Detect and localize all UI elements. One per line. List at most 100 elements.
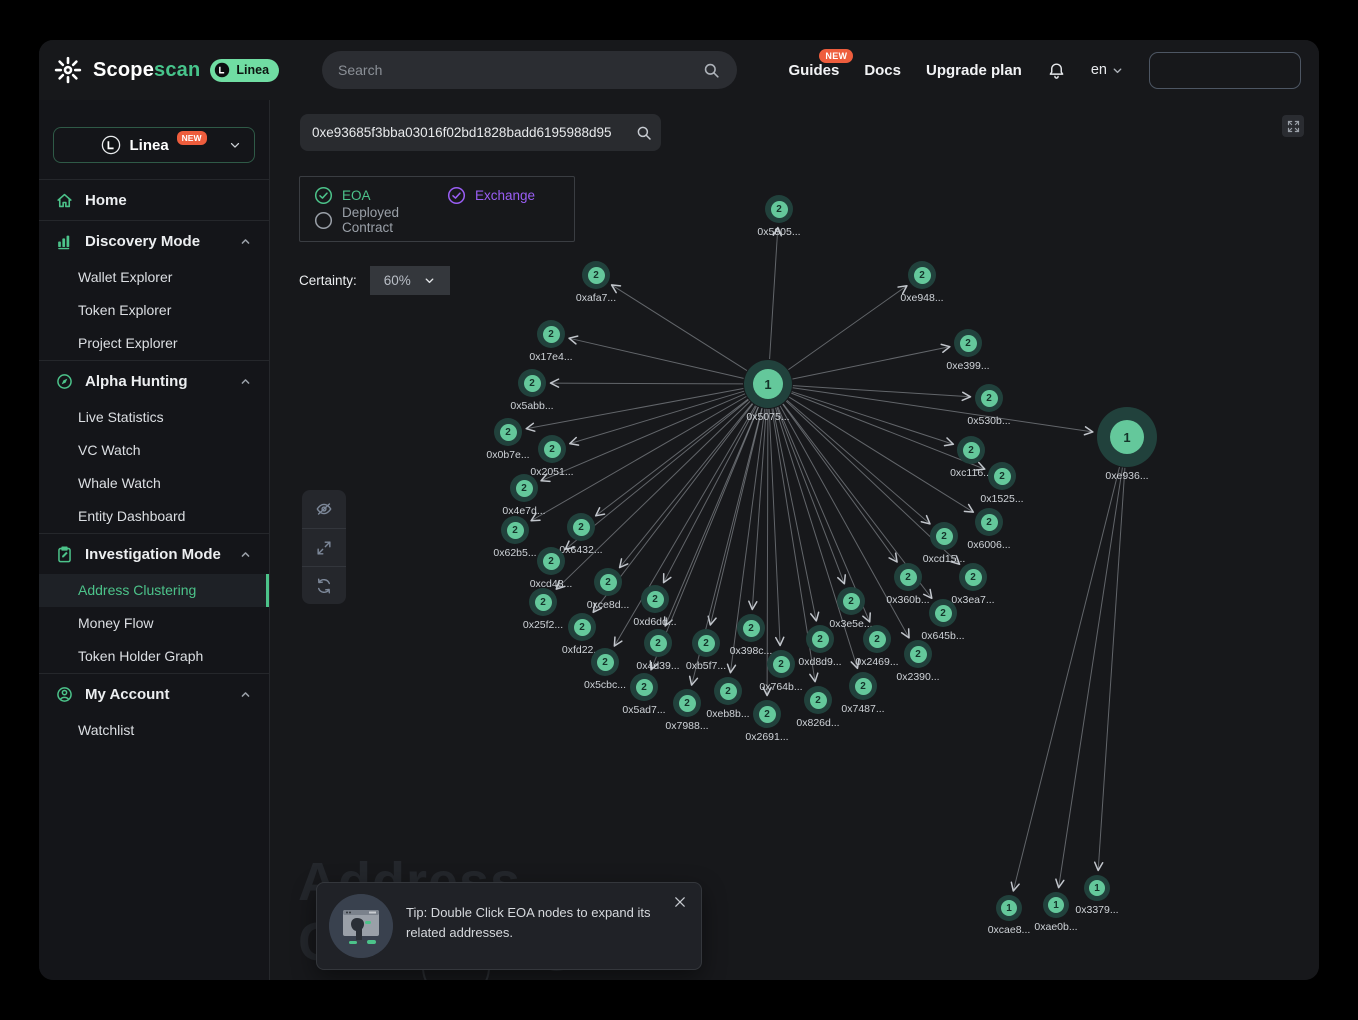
refresh-button[interactable] xyxy=(302,566,346,604)
node-circle[interactable]: 2 xyxy=(692,629,720,657)
node-count-badge: 2 xyxy=(914,267,931,284)
node-circle[interactable]: 2 xyxy=(975,508,1003,536)
node-circle[interactable]: 2 xyxy=(537,320,565,348)
node-circle[interactable]: 2 xyxy=(753,700,781,728)
node-count-badge: 1 xyxy=(753,369,783,399)
global-search-input[interactable] xyxy=(338,62,702,78)
sidebar-item-token-explorer[interactable]: Token Explorer xyxy=(39,294,269,327)
node-circle[interactable]: 1 xyxy=(744,360,792,408)
node-circle[interactable]: 1 xyxy=(996,895,1022,921)
node-address-label: 0xcd48... xyxy=(530,578,573,590)
wallet-connect-button[interactable] xyxy=(1149,52,1301,89)
node-address-label: 0x2390... xyxy=(896,671,939,683)
node-circle[interactable]: 2 xyxy=(538,435,566,463)
node-circle[interactable]: 1 xyxy=(1097,407,1157,467)
node-circle[interactable]: 2 xyxy=(929,599,957,627)
node-circle[interactable]: 2 xyxy=(765,195,793,223)
sidebar-item-token-holder-graph[interactable]: Token Holder Graph xyxy=(39,640,269,673)
certainty-select[interactable]: 60% xyxy=(370,266,450,295)
sidebar-section-discovery-mode[interactable]: Discovery Mode xyxy=(39,221,269,261)
node-circle[interactable]: 1 xyxy=(1084,875,1110,901)
node-circle[interactable]: 2 xyxy=(849,672,877,700)
legend-eoa[interactable]: EOA xyxy=(314,186,447,205)
node-address-label: 0x4e7d... xyxy=(502,505,545,517)
sidebar-section-my-account[interactable]: My Account xyxy=(39,674,269,714)
sidebar-item-address-clustering[interactable]: Address Clustering xyxy=(39,574,269,607)
sidebar-item-entity-dashboard[interactable]: Entity Dashboard xyxy=(39,500,269,533)
node-circle[interactable]: 2 xyxy=(510,474,538,502)
node-address-label: 0xcd15... xyxy=(923,553,966,565)
sidebar-item-wallet-explorer[interactable]: Wallet Explorer xyxy=(39,261,269,294)
node-circle[interactable]: 2 xyxy=(568,613,596,641)
nav-upgrade-plan[interactable]: Upgrade plan xyxy=(926,62,1022,79)
node-circle[interactable]: 2 xyxy=(863,625,891,653)
node-circle[interactable]: 2 xyxy=(494,418,522,446)
node-circle[interactable]: 2 xyxy=(594,568,622,596)
node-circle[interactable]: 2 xyxy=(673,689,701,717)
node-circle[interactable]: 2 xyxy=(518,369,546,397)
node-circle[interactable]: 2 xyxy=(641,585,669,613)
locale-selector[interactable]: en xyxy=(1091,62,1124,78)
node-circle[interactable]: 2 xyxy=(930,522,958,550)
notification-bell-icon[interactable] xyxy=(1047,61,1066,80)
address-input[interactable] xyxy=(312,125,641,140)
search-icon[interactable] xyxy=(635,124,653,142)
node-circle[interactable]: 2 xyxy=(894,563,922,591)
sidebar-section-alpha-hunting[interactable]: Alpha Hunting xyxy=(39,361,269,401)
node-circle[interactable]: 2 xyxy=(582,261,610,289)
node-circle[interactable]: 2 xyxy=(806,625,834,653)
fullscreen-button[interactable] xyxy=(1282,115,1304,137)
sidebar-item-whale-watch[interactable]: Whale Watch xyxy=(39,467,269,500)
clipboard-icon xyxy=(55,545,74,564)
node-circle[interactable]: 2 xyxy=(908,261,936,289)
nav-guides[interactable]: GuidesNEW xyxy=(788,62,839,79)
node-circle[interactable]: 2 xyxy=(957,436,985,464)
sidebar-item-project-explorer[interactable]: Project Explorer xyxy=(39,327,269,360)
node-count-badge: 2 xyxy=(647,591,664,608)
node-address-label: 0x25f2... xyxy=(523,619,563,631)
hide-labels-button[interactable] xyxy=(302,490,346,528)
node-address-label: 0xeb8b... xyxy=(706,708,749,720)
legend-exchange[interactable]: Exchange xyxy=(447,186,535,205)
node-count-badge: 2 xyxy=(573,519,590,536)
sidebar-item-vc-watch[interactable]: VC Watch xyxy=(39,434,269,467)
node-circle[interactable]: 2 xyxy=(737,614,765,642)
node-circle[interactable]: 2 xyxy=(904,640,932,668)
node-circle[interactable]: 2 xyxy=(714,677,742,705)
legend-deployed-contract[interactable]: Deployed Contract xyxy=(314,205,447,235)
node-circle[interactable]: 2 xyxy=(529,588,557,616)
node-circle[interactable]: 2 xyxy=(975,384,1003,412)
network-selector[interactable]: Linea NEW xyxy=(53,127,255,163)
node-circle[interactable]: 2 xyxy=(630,673,658,701)
sidebar-item-watchlist[interactable]: Watchlist xyxy=(39,714,269,747)
node-count-badge: 2 xyxy=(810,692,827,709)
sidebar-section-home[interactable]: Home xyxy=(39,180,269,220)
node-count-badge: 2 xyxy=(935,605,952,622)
graph-canvas[interactable]: Address Clustering 10x5075...10xe936...2… xyxy=(270,100,1319,980)
node-circle[interactable]: 2 xyxy=(591,648,619,676)
sidebar-item-money-flow[interactable]: Money Flow xyxy=(39,607,269,640)
node-address-label: 0x3ea7... xyxy=(951,594,994,606)
node-circle[interactable]: 2 xyxy=(767,650,795,678)
node-circle[interactable]: 2 xyxy=(804,686,832,714)
fit-view-button[interactable] xyxy=(302,528,346,566)
node-count-badge: 2 xyxy=(843,593,860,610)
node-circle[interactable]: 2 xyxy=(959,563,987,591)
brand[interactable]: Scopescan Linea xyxy=(53,55,279,85)
node-circle[interactable]: 2 xyxy=(837,587,865,615)
node-count-badge: 2 xyxy=(743,620,760,637)
node-circle[interactable]: 1 xyxy=(1043,892,1069,918)
node-circle[interactable]: 2 xyxy=(988,462,1016,490)
node-circle[interactable]: 2 xyxy=(644,629,672,657)
close-icon[interactable] xyxy=(673,895,687,909)
nav-docs[interactable]: Docs xyxy=(864,62,901,79)
node-address-label: 0x5ad7... xyxy=(622,704,665,716)
node-circle[interactable]: 2 xyxy=(954,329,982,357)
node-address-label: 0xb5f7... xyxy=(686,660,726,672)
sidebar-item-live-statistics[interactable]: Live Statistics xyxy=(39,401,269,434)
node-circle[interactable]: 2 xyxy=(567,513,595,541)
sidebar-section-investigation-mode[interactable]: Investigation Mode xyxy=(39,534,269,574)
search-icon[interactable] xyxy=(702,61,721,80)
node-circle[interactable]: 2 xyxy=(501,516,529,544)
node-circle[interactable]: 2 xyxy=(537,547,565,575)
